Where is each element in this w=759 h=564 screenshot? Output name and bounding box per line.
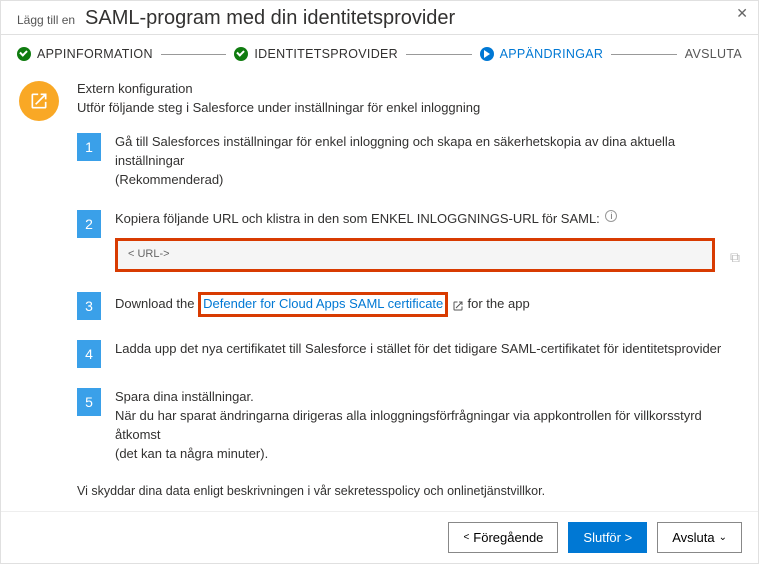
step-text-sub: (det kan ta några minuter). xyxy=(115,446,268,461)
info-icon[interactable]: i xyxy=(605,210,617,222)
step-text: Download the xyxy=(115,296,195,311)
checkmark-icon xyxy=(234,47,248,61)
step-text: När du har sparat ändringarna dirigeras … xyxy=(115,408,702,442)
finish-button[interactable]: Slutför > xyxy=(568,522,647,553)
privacy-text: Vi skyddar dina data enligt beskrivninge… xyxy=(77,484,740,498)
download-certificate-link[interactable]: Defender for Cloud Apps SAML certificate xyxy=(198,292,448,317)
url-value: < URL-> xyxy=(128,248,170,260)
wizard-step-label: APPINFORMATION xyxy=(37,47,153,61)
copy-icon[interactable]: ⧉ xyxy=(730,247,740,267)
page-title: SAML-program med din identitetsprovider xyxy=(85,7,455,30)
wizard-step-appchanges[interactable]: APPÄNDRINGAR xyxy=(480,47,604,61)
step-divider xyxy=(406,54,472,55)
wizard-step-idp[interactable]: IDENTITETSPROVIDER xyxy=(234,47,398,61)
play-icon xyxy=(480,47,494,61)
wizard-step-label: APPÄNDRINGAR xyxy=(500,47,604,61)
external-link-icon xyxy=(452,299,464,311)
wizard-step-label: IDENTITETSPROVIDER xyxy=(254,47,398,61)
step-text: for the app xyxy=(468,296,530,311)
header-prefix: Lägg till en xyxy=(17,13,75,27)
section-heading: Extern konfiguration xyxy=(77,81,480,96)
step-divider xyxy=(611,54,677,55)
sso-url-box[interactable]: < URL-> ⧉ xyxy=(115,238,715,272)
wizard-step-appinfo[interactable]: APPINFORMATION xyxy=(17,47,153,61)
chevron-left-icon: < xyxy=(463,532,469,543)
step-number: 4 xyxy=(77,340,101,368)
close-icon[interactable]: ✕ xyxy=(736,5,748,22)
chevron-down-icon: ⌄ xyxy=(719,532,727,543)
dialog-footer: < Föregående Slutför > Avsluta ⌄ xyxy=(1,511,758,563)
step-text: Spara dina inställningar. xyxy=(115,389,254,404)
step-number: 5 xyxy=(77,388,101,416)
step-divider xyxy=(161,54,227,55)
section-subtext: Utför följande steg i Salesforce under i… xyxy=(77,100,480,115)
step-number: 3 xyxy=(77,292,101,320)
step-text: Gå till Salesforces inställningar för en… xyxy=(115,134,675,168)
wizard-step-finish[interactable]: AVSLUTA xyxy=(685,47,742,61)
dialog-header: Lägg till en SAML-program med din identi… xyxy=(1,1,758,35)
checkmark-icon xyxy=(17,47,31,61)
button-label: Slutför > xyxy=(583,530,632,545)
button-label: Föregående xyxy=(473,530,543,545)
close-button[interactable]: Avsluta ⌄ xyxy=(657,522,742,553)
step-text: Ladda upp det nya certifikatet till Sale… xyxy=(115,341,721,356)
wizard-step-label: AVSLUTA xyxy=(685,47,742,61)
step-text-sub: (Rekommenderad) xyxy=(115,172,223,187)
wizard-steps: APPINFORMATION IDENTITETSPROVIDER APPÄND… xyxy=(1,35,758,67)
external-link-icon xyxy=(19,81,59,121)
step-text: Kopiera följande URL och klistra in den … xyxy=(115,211,600,226)
step-number: 2 xyxy=(77,210,101,238)
previous-button[interactable]: < Föregående xyxy=(448,522,558,553)
button-label: Avsluta xyxy=(672,530,714,545)
step-number: 1 xyxy=(77,133,101,161)
